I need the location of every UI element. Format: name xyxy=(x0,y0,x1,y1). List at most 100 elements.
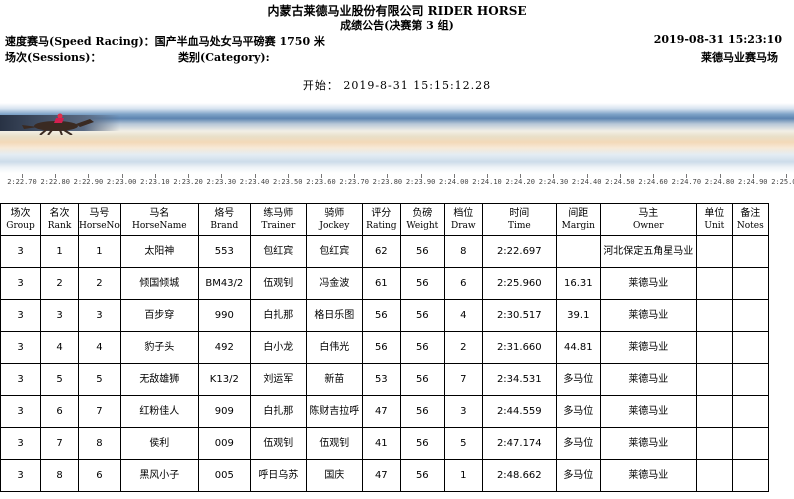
table-cell: 1 xyxy=(40,235,79,268)
table-cell: 黑风小子 xyxy=(119,459,199,492)
table-cell: 2:48.662 xyxy=(481,459,557,492)
table-cell: 莱德马业 xyxy=(599,363,697,396)
table-cell: 7 xyxy=(443,363,483,396)
table-cell: 44.81 xyxy=(555,331,601,364)
table-cell: 3 xyxy=(40,299,79,332)
table-cell: 53 xyxy=(361,363,401,396)
table-cell: 新苗 xyxy=(305,363,363,396)
column-header: 名次 Rank xyxy=(40,203,79,236)
table-cell: 8 xyxy=(40,459,79,492)
table-row: 3 1 1 太阳神 553 包红宾 包红宾 62 56 8 2:22.697 河北保定五角星马业 xyxy=(0,235,769,268)
table-cell: 8 xyxy=(78,427,121,460)
table-cell xyxy=(695,267,733,300)
results-table: 场次 Group 名次 Rank 马号 HorseNo 马名 HorseName 烙号 Brand… xyxy=(0,203,769,492)
table-cell xyxy=(731,235,769,268)
table-cell xyxy=(695,299,733,332)
table-cell: 3 xyxy=(0,331,41,364)
table-cell: 包红宾 xyxy=(249,235,307,268)
table-cell: 百步穿 xyxy=(119,299,199,332)
table-cell: 国庆 xyxy=(305,459,363,492)
table-row: 3 5 5 无敌雄狮 K13/2 刘运军 新苗 53 56 7 2:34.531 多马位 莱德马业 xyxy=(0,363,769,396)
table-cell: 56 xyxy=(361,331,401,364)
table-cell: 刘运军 xyxy=(249,363,307,396)
start-time: 开始： 2019-8-31 15:15:12.28 xyxy=(302,79,492,92)
table-cell: 16.31 xyxy=(555,267,601,300)
table-cell: 5 xyxy=(78,363,121,396)
table-cell: 005 xyxy=(197,459,251,492)
table-cell: 009 xyxy=(197,427,251,460)
table-cell: 2 xyxy=(40,267,79,300)
table-cell: 4 xyxy=(443,299,483,332)
table-cell xyxy=(695,363,733,396)
table-cell: BM43/2 xyxy=(197,267,251,300)
table-cell: 白小龙 xyxy=(249,331,307,364)
table-cell: 7 xyxy=(78,395,121,428)
table-cell: 56 xyxy=(399,427,445,460)
table-cell xyxy=(731,395,769,428)
column-header: 练马师 Trainer xyxy=(249,203,307,236)
table-cell: 62 xyxy=(361,235,401,268)
category-label: 类别(Category): xyxy=(178,51,270,64)
column-header: 评分 Rating xyxy=(361,203,401,236)
table-cell: K13/2 xyxy=(197,363,251,396)
table-cell: 包红宾 xyxy=(305,235,363,268)
table-cell: 41 xyxy=(361,427,401,460)
table-cell: 莱德马业 xyxy=(599,331,697,364)
table-cell: 6 xyxy=(40,395,79,428)
table-row: 3 8 6 黑风小子 005 呼日乌苏 国庆 47 56 1 2:48.662 多马位 莱德马业 xyxy=(0,459,769,492)
table-cell: 990 xyxy=(197,299,251,332)
table-cell: 2:25.960 xyxy=(481,267,557,300)
table-cell xyxy=(731,299,769,332)
column-header: 负磅 Weight xyxy=(399,203,445,236)
table-cell: 陈财吉拉呼 xyxy=(305,395,363,428)
table-cell: 4 xyxy=(40,331,79,364)
table-cell: 多马位 xyxy=(555,395,601,428)
table-cell: 56 xyxy=(399,331,445,364)
table-cell: 3 xyxy=(0,363,41,396)
table-cell: 白扎那 xyxy=(249,299,307,332)
table-cell: 8 xyxy=(443,235,483,268)
table-cell: 莱德马业 xyxy=(599,299,697,332)
table-cell: 2:22.697 xyxy=(481,235,557,268)
table-cell xyxy=(731,427,769,460)
table-cell: 2:47.174 xyxy=(481,427,557,460)
table-cell xyxy=(695,459,733,492)
table-cell: 呼日乌苏 xyxy=(249,459,307,492)
table-cell: 56 xyxy=(399,363,445,396)
table-row: 3 2 2 倾国倾城 BM43/2 伍观钊 冯金波 61 56 6 2:25.960 16.31 莱德马… xyxy=(0,267,769,300)
table-cell: 3 xyxy=(0,395,41,428)
column-header: 单位 Unit xyxy=(695,203,733,236)
table-cell: 3 xyxy=(443,395,483,428)
table-cell: 7 xyxy=(40,427,79,460)
table-cell: 6 xyxy=(443,267,483,300)
table-cell: 56 xyxy=(399,299,445,332)
column-header: 间距 Margin xyxy=(555,203,601,236)
table-cell xyxy=(695,331,733,364)
column-header: 烙号 Brand xyxy=(197,203,251,236)
table-cell: 莱德马业 xyxy=(599,267,697,300)
table-cell: 伍观钊 xyxy=(305,427,363,460)
table-cell: 3 xyxy=(0,427,41,460)
organizer-name: 莱德马业赛马场 xyxy=(701,51,778,64)
table-cell: 553 xyxy=(197,235,251,268)
table-cell: 莱德马业 xyxy=(599,395,697,428)
table-cell: 6 xyxy=(78,459,121,492)
table-cell xyxy=(731,331,769,364)
table-cell: 909 xyxy=(197,395,251,428)
table-cell: 豹子头 xyxy=(119,331,199,364)
table-cell: 2:34.531 xyxy=(481,363,557,396)
table-cell xyxy=(695,235,733,268)
table-cell: 太阳神 xyxy=(119,235,199,268)
table-cell: 5 xyxy=(443,427,483,460)
table-cell: 格日乐图 xyxy=(305,299,363,332)
table-cell: 47 xyxy=(361,459,401,492)
table-cell: 莱德马业 xyxy=(599,427,697,460)
table-cell: 冯金波 xyxy=(305,267,363,300)
column-header: 备注 Notes xyxy=(731,203,769,236)
table-cell xyxy=(555,235,601,268)
table-cell: 56 xyxy=(399,395,445,428)
table-cell: 3 xyxy=(0,299,41,332)
report-datetime: 2019-08-31 15:23:10 xyxy=(653,33,782,46)
table-cell: 侯利 xyxy=(119,427,199,460)
table-cell xyxy=(731,363,769,396)
